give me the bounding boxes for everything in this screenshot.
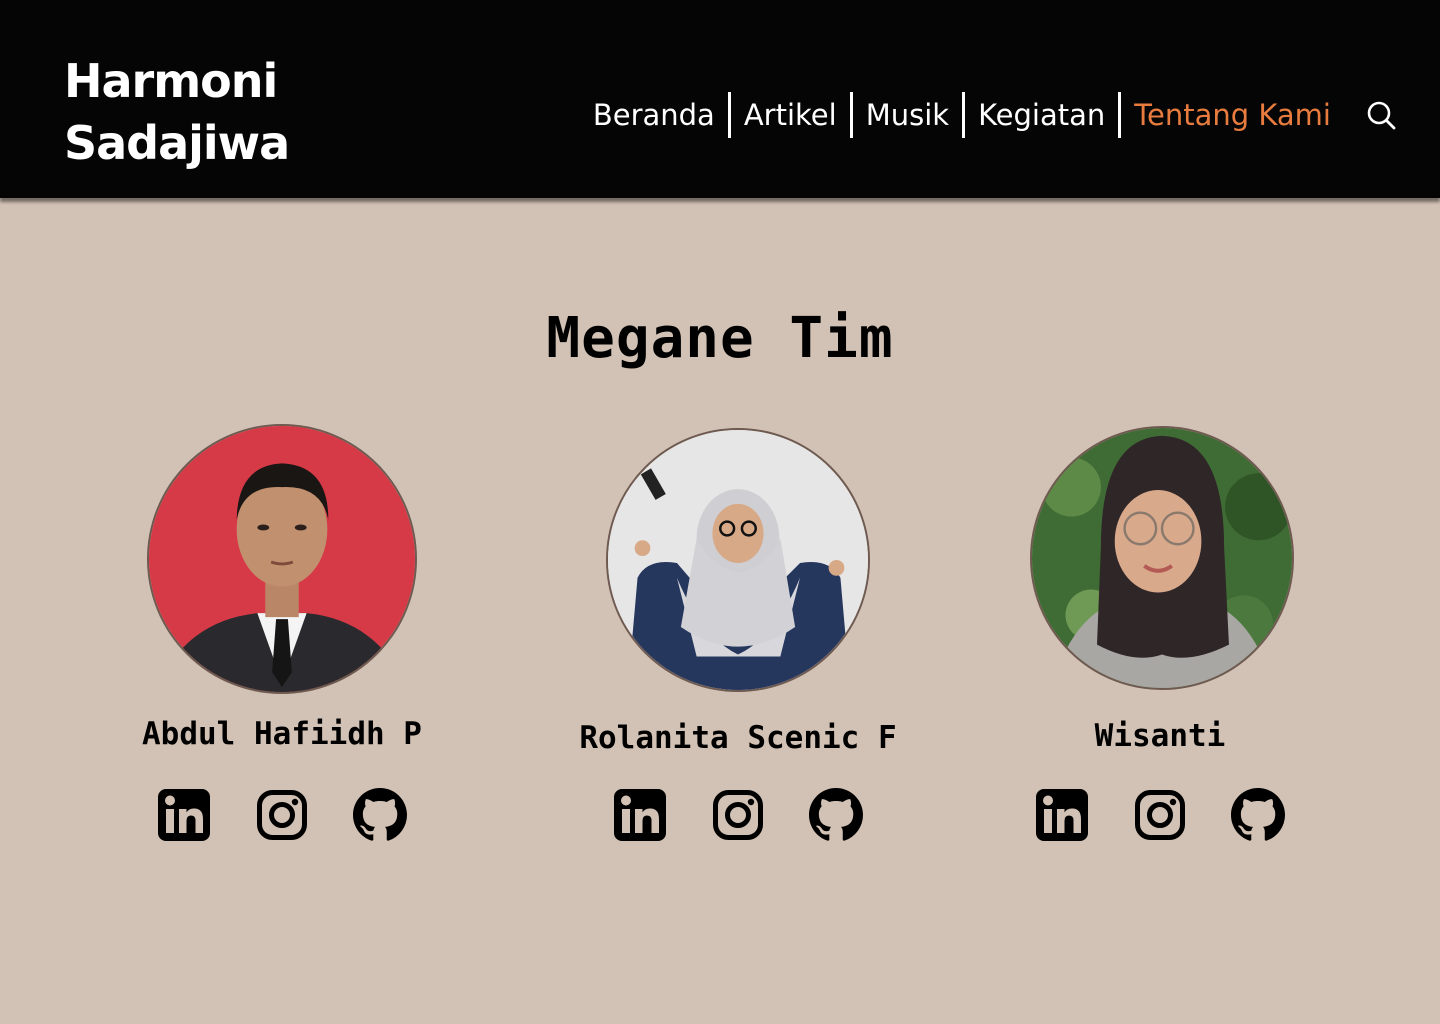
member-name: Abdul Hafiidh P	[142, 716, 422, 752]
instagram-icon[interactable]	[711, 788, 765, 842]
member-name: Rolanita Scenic F	[579, 720, 897, 756]
team-section-title: Megane Tim	[546, 306, 894, 371]
site-header: Harmoni Sadajiwa Beranda Artikel Musik K…	[0, 0, 1440, 198]
github-icon[interactable]	[1231, 788, 1285, 842]
team-member-card: Wisanti	[950, 426, 1370, 856]
avatar	[1030, 426, 1294, 690]
nav-item-musik[interactable]: Musik	[853, 92, 962, 138]
github-icon[interactable]	[809, 788, 863, 842]
social-links	[950, 788, 1370, 842]
nav-item-kegiatan[interactable]: Kegiatan	[965, 92, 1118, 138]
nav-item-artikel[interactable]: Artikel	[731, 92, 850, 138]
search-icon[interactable]	[1366, 100, 1396, 130]
linkedin-icon[interactable]	[157, 788, 211, 842]
nav-item-tentang-kami[interactable]: Tentang Kami	[1121, 92, 1344, 138]
main-nav: Beranda Artikel Musik Kegiatan Tentang K…	[593, 92, 1344, 138]
avatar	[147, 424, 417, 694]
instagram-icon[interactable]	[1133, 788, 1187, 842]
site-logo[interactable]: Harmoni Sadajiwa	[64, 50, 290, 174]
team-member-card: Rolanita Scenic F	[528, 428, 948, 858]
avatar	[606, 428, 870, 692]
social-links	[528, 788, 948, 842]
brand-line-2: Sadajiwa	[64, 116, 290, 170]
social-links	[72, 788, 492, 842]
team-member-card: Abdul Hafiidh P	[72, 424, 492, 854]
brand-line-1: Harmoni	[64, 54, 278, 108]
linkedin-icon[interactable]	[613, 788, 667, 842]
linkedin-icon[interactable]	[1035, 788, 1089, 842]
nav-item-beranda[interactable]: Beranda	[593, 92, 728, 138]
member-name: Wisanti	[1094, 718, 1226, 754]
instagram-icon[interactable]	[255, 788, 309, 842]
github-icon[interactable]	[353, 788, 407, 842]
